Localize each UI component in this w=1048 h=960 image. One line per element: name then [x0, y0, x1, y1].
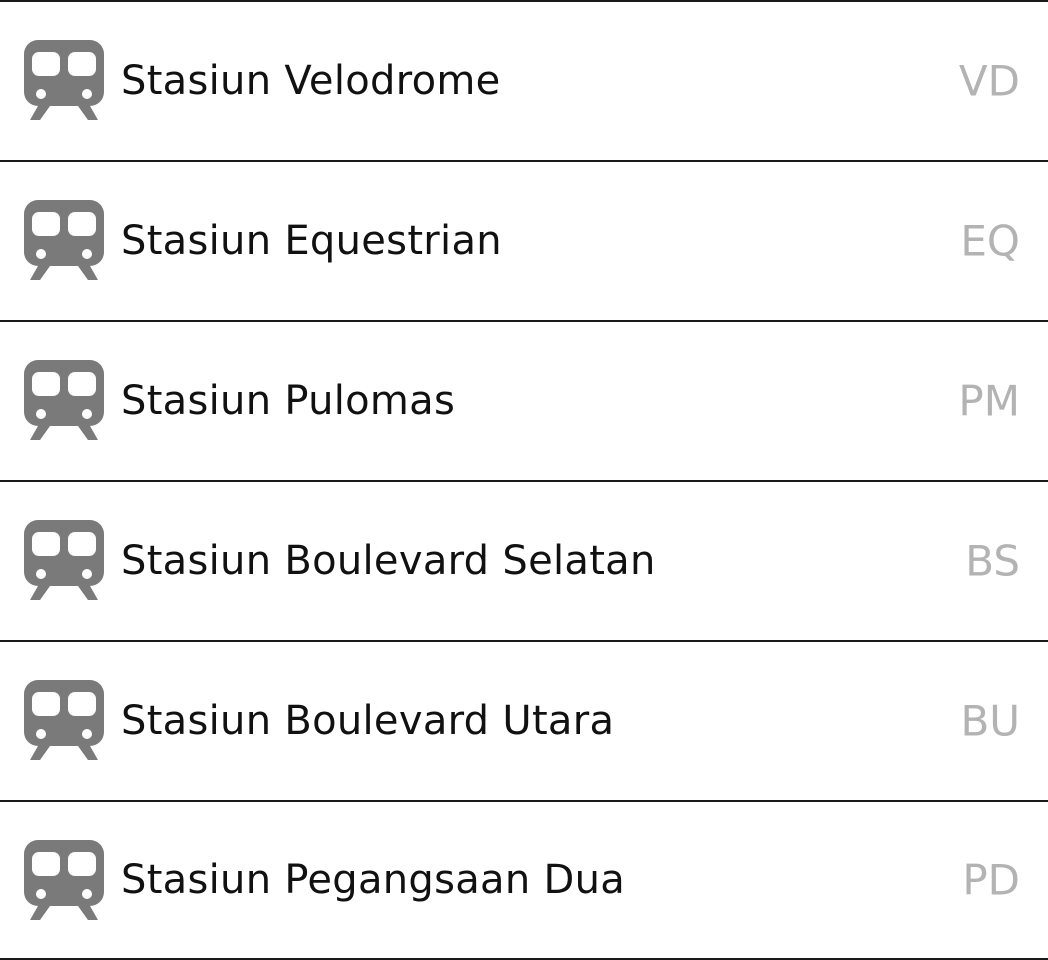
station-code: BU [960, 696, 1020, 746]
station-name: Stasiun Pegangsaan Dua [121, 857, 626, 903]
station-name: Stasiun Boulevard Selatan [121, 538, 656, 584]
station-row-velodrome[interactable]: Stasiun Velodrome VD [0, 0, 1048, 160]
station-code: EQ [960, 216, 1020, 266]
station-name: Stasiun Pulomas [121, 378, 456, 424]
station-name: Stasiun Velodrome [121, 58, 501, 104]
station-name: Stasiun Equestrian [121, 218, 502, 264]
station-code: BS [965, 536, 1020, 586]
station-list: Stasiun Velodrome VD Stasiun Equestrian … [0, 0, 1048, 960]
train-icon [24, 680, 104, 760]
train-icon [24, 360, 104, 440]
station-code: VD [958, 56, 1020, 106]
station-code: PM [958, 376, 1020, 426]
station-code: PD [962, 855, 1020, 905]
station-row-pegangsaan-dua[interactable]: Stasiun Pegangsaan Dua PD [0, 800, 1048, 960]
station-row-equestrian[interactable]: Stasiun Equestrian EQ [0, 160, 1048, 320]
station-row-pulomas[interactable]: Stasiun Pulomas PM [0, 320, 1048, 480]
train-icon [24, 520, 104, 600]
train-icon [24, 840, 104, 920]
train-icon [24, 200, 104, 280]
station-name: Stasiun Boulevard Utara [121, 698, 615, 744]
train-icon [24, 40, 104, 120]
station-row-boulevard-selatan[interactable]: Stasiun Boulevard Selatan BS [0, 480, 1048, 640]
station-row-boulevard-utara[interactable]: Stasiun Boulevard Utara BU [0, 640, 1048, 800]
